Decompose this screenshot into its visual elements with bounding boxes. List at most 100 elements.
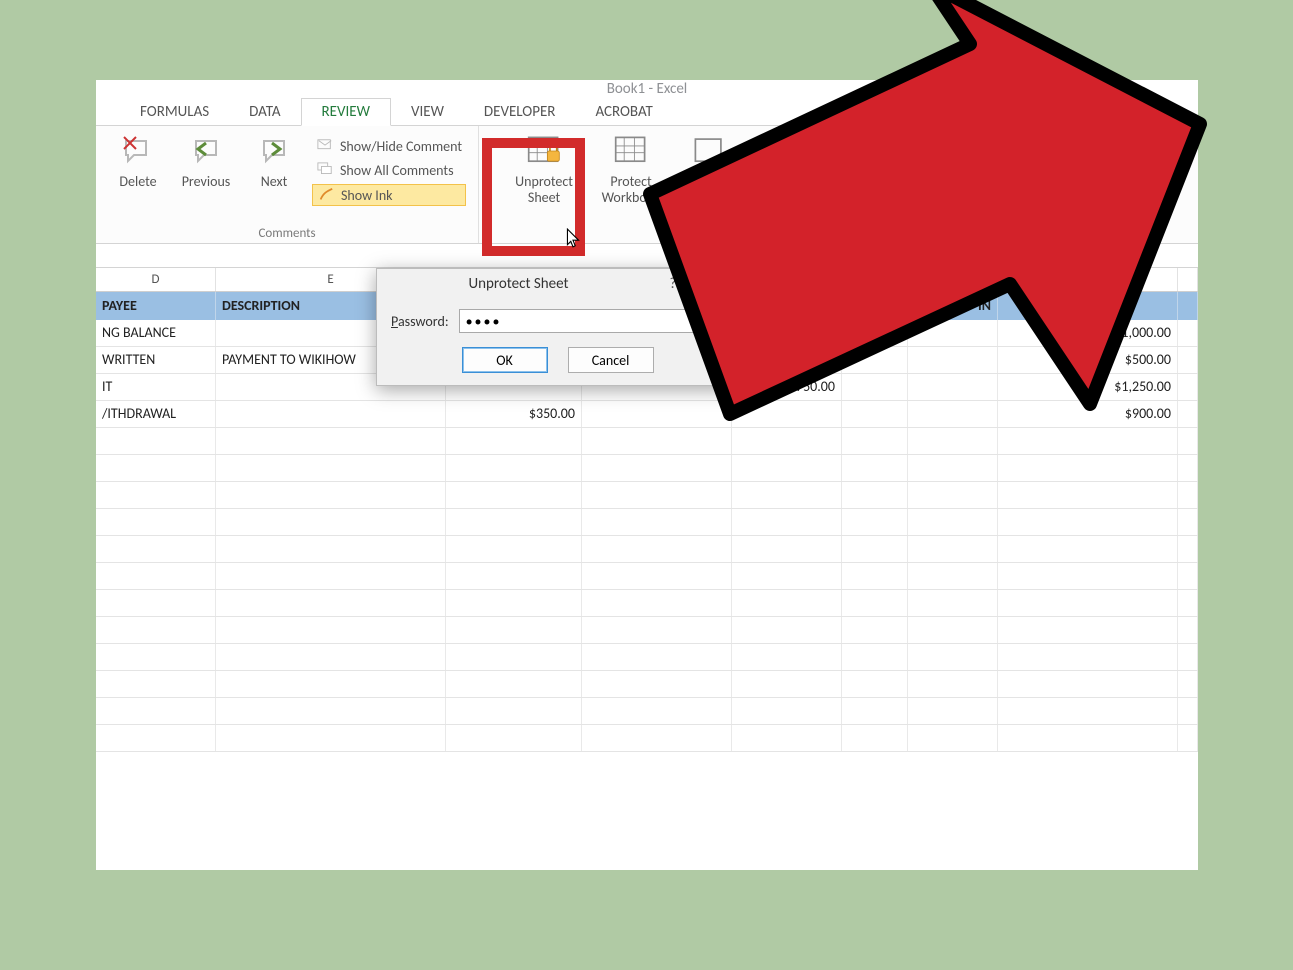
cell[interactable] xyxy=(908,698,998,724)
cell[interactable] xyxy=(732,482,842,508)
cell[interactable] xyxy=(842,347,908,373)
cell[interactable]: IT xyxy=(96,374,216,400)
table-row[interactable] xyxy=(96,509,1198,536)
cell[interactable] xyxy=(96,563,216,589)
cell[interactable]: $900.00 xyxy=(998,401,1178,427)
cell[interactable] xyxy=(582,509,732,535)
cell[interactable] xyxy=(908,374,998,400)
cell[interactable] xyxy=(582,401,732,427)
cell[interactable] xyxy=(732,617,842,643)
cell[interactable] xyxy=(908,725,998,751)
cell[interactable] xyxy=(216,509,446,535)
cell[interactable] xyxy=(446,428,582,454)
cell[interactable] xyxy=(446,536,582,562)
table-row[interactable] xyxy=(96,482,1198,509)
cell[interactable] xyxy=(582,428,732,454)
cell[interactable] xyxy=(732,428,842,454)
cell[interactable] xyxy=(842,320,908,346)
share-workbook-button[interactable] xyxy=(679,132,739,174)
cell[interactable] xyxy=(732,698,842,724)
cell[interactable] xyxy=(96,698,216,724)
next-comment-button[interactable]: Next xyxy=(244,132,304,190)
password-input[interactable] xyxy=(459,309,724,333)
cell[interactable] xyxy=(842,590,908,616)
cell[interactable] xyxy=(842,563,908,589)
show-all-comments-button[interactable]: Show All Comments xyxy=(312,160,466,180)
cell[interactable] xyxy=(216,671,446,697)
cell[interactable] xyxy=(582,536,732,562)
cell[interactable] xyxy=(216,698,446,724)
cell[interactable] xyxy=(446,482,582,508)
table-row[interactable] xyxy=(96,428,1198,455)
col-letter-h[interactable]: H xyxy=(732,268,842,291)
table-row[interactable] xyxy=(96,671,1198,698)
table-row[interactable] xyxy=(96,698,1198,725)
cell[interactable] xyxy=(216,401,446,427)
cell[interactable] xyxy=(908,401,998,427)
cell[interactable] xyxy=(732,455,842,481)
cell[interactable] xyxy=(582,455,732,481)
cell[interactable] xyxy=(998,671,1178,697)
cell[interactable] xyxy=(216,455,446,481)
tab-view[interactable]: VIEW xyxy=(391,99,464,125)
tab-acrobat[interactable]: ACROBAT xyxy=(575,99,672,125)
cell[interactable]: $1,250.00 xyxy=(998,374,1178,400)
cell[interactable]: $500.00 xyxy=(998,347,1178,373)
tab-developer[interactable]: DEVELOPER xyxy=(464,99,576,125)
cell[interactable]: /ITHDRAWAL xyxy=(96,401,216,427)
cell[interactable] xyxy=(908,347,998,373)
cell[interactable]: WRITTEN xyxy=(96,347,216,373)
table-row[interactable] xyxy=(96,455,1198,482)
table-row[interactable]: /ITHDRAWAL$350.00$900.00 xyxy=(96,401,1198,428)
cell[interactable] xyxy=(216,644,446,670)
cell[interactable] xyxy=(732,644,842,670)
col-letter-k[interactable]: K xyxy=(998,268,1178,291)
cell[interactable] xyxy=(446,725,582,751)
tab-review[interactable]: REVIEW xyxy=(301,98,391,126)
col-letter-i[interactable]: I xyxy=(842,268,908,291)
cell[interactable] xyxy=(96,536,216,562)
cell[interactable] xyxy=(842,536,908,562)
cell[interactable] xyxy=(582,482,732,508)
cell[interactable] xyxy=(732,590,842,616)
cell[interactable] xyxy=(842,671,908,697)
cell[interactable] xyxy=(446,698,582,724)
cell[interactable]: $1,000.00 xyxy=(998,320,1178,346)
cell[interactable]: $750.00 xyxy=(732,374,842,400)
protect-workbook-button[interactable]: Protect Workbook xyxy=(591,132,671,206)
cell[interactable] xyxy=(842,428,908,454)
cell[interactable] xyxy=(908,428,998,454)
cell[interactable] xyxy=(582,671,732,697)
cell[interactable] xyxy=(908,671,998,697)
cell[interactable] xyxy=(908,617,998,643)
delete-comment-button[interactable]: Delete xyxy=(108,132,168,190)
cell[interactable] xyxy=(216,536,446,562)
cell[interactable] xyxy=(998,590,1178,616)
cell[interactable] xyxy=(216,725,446,751)
cell[interactable] xyxy=(732,725,842,751)
cell[interactable] xyxy=(582,698,732,724)
cell[interactable] xyxy=(998,428,1178,454)
cell[interactable] xyxy=(732,509,842,535)
cell[interactable] xyxy=(842,374,908,400)
cell[interactable] xyxy=(216,590,446,616)
cell[interactable] xyxy=(998,563,1178,589)
cell[interactable] xyxy=(582,725,732,751)
cell[interactable] xyxy=(446,509,582,535)
cell[interactable] xyxy=(998,536,1178,562)
ok-button[interactable]: OK xyxy=(462,347,548,373)
cell[interactable] xyxy=(908,320,998,346)
cell[interactable] xyxy=(908,644,998,670)
cell[interactable] xyxy=(998,644,1178,670)
formula-bar[interactable] xyxy=(96,244,1198,268)
table-row[interactable] xyxy=(96,563,1198,590)
cell[interactable] xyxy=(582,644,732,670)
cell[interactable] xyxy=(96,671,216,697)
table-row[interactable] xyxy=(96,590,1198,617)
cell[interactable] xyxy=(908,536,998,562)
cell[interactable] xyxy=(96,455,216,481)
cell[interactable] xyxy=(908,509,998,535)
tab-data[interactable]: DATA xyxy=(229,99,300,125)
table-row[interactable] xyxy=(96,725,1198,752)
cell[interactable] xyxy=(446,671,582,697)
